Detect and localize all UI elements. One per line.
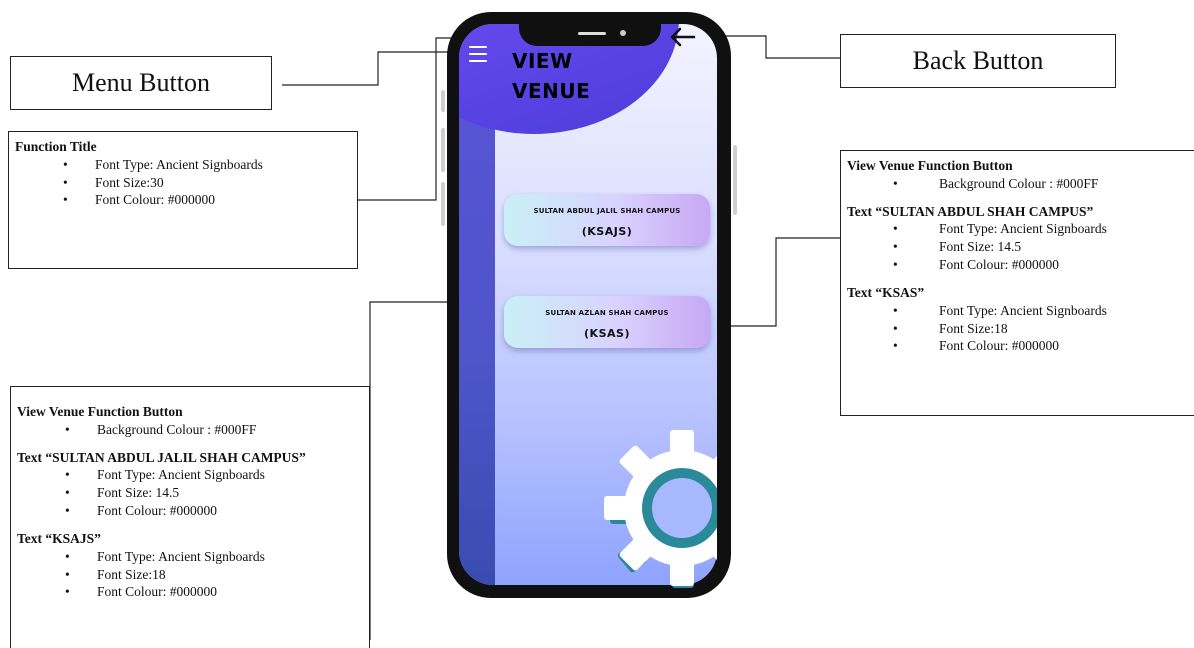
spec-heading: Text “SULTAN ABDUL JALIL SHAH CAMPUS” xyxy=(17,449,306,465)
list-item: Font Type: Ancient Signboards xyxy=(15,156,351,174)
spec-list: Background Colour : #000FF xyxy=(847,175,1189,193)
page-title-line: VIEW xyxy=(512,49,573,73)
list-item: Font Size: 14.5 xyxy=(847,238,1189,256)
list-item: Font Colour: #000000 xyxy=(15,191,351,209)
list-item: Font Size:18 xyxy=(17,566,363,584)
venue-button-code: (KSAJS) xyxy=(581,225,633,238)
gear-icon xyxy=(604,430,717,588)
back-arrow-icon[interactable] xyxy=(668,24,698,50)
function-title-callout: Function Title Font Type: Ancient Signbo… xyxy=(8,131,358,269)
list-item: Font Size:18 xyxy=(847,320,1189,338)
list-item: Font Colour: #000000 xyxy=(17,502,363,520)
front-camera xyxy=(620,30,626,36)
list-item: Font Type: Ancient Signboards xyxy=(17,548,363,566)
spec-list: Font Type: Ancient Signboards Font Size:… xyxy=(847,302,1189,355)
phone-side-button xyxy=(441,90,445,112)
function-title-heading: Function Title xyxy=(15,139,97,154)
list-item: Font Colour: #000000 xyxy=(847,337,1189,355)
speaker-grille xyxy=(578,32,606,35)
ksajs-venue-button[interactable]: SULTAN ABDUL JALIL SHAH CAMPUS (KSAJS) xyxy=(504,194,710,246)
phone-side-button xyxy=(441,128,445,172)
menu-button-callout: Menu Button xyxy=(10,56,272,110)
page-title-line: VENUE xyxy=(512,79,591,103)
spec-heading: View Venue Function Button xyxy=(847,158,1013,173)
right-button-spec-callout: View Venue Function Button Background Co… xyxy=(840,150,1194,416)
ksas-venue-button[interactable]: SULTAN AZLAN SHAH CAMPUS (KSAS) xyxy=(504,296,710,348)
spec-heading: Text “SULTAN ABDUL SHAH CAMPUS” xyxy=(847,203,1094,219)
list-item: Font Type: Ancient Signboards xyxy=(847,302,1189,320)
list-item: Font Size:30 xyxy=(15,174,351,192)
spec-list: Font Type: Ancient Signboards Font Size:… xyxy=(17,548,363,601)
venue-button-name: SULTAN ABDUL JALIL SHAH CAMPUS xyxy=(533,207,681,215)
function-title-list: Font Type: Ancient Signboards Font Size:… xyxy=(15,156,351,209)
spec-list: Background Colour : #000FF xyxy=(17,421,363,439)
list-item: Font Type: Ancient Signboards xyxy=(17,466,363,484)
spec-list: Font Type: Ancient Signboards Font Size:… xyxy=(847,220,1189,273)
list-item: Background Colour : #000FF xyxy=(17,421,363,439)
venue-button-name: SULTAN AZLAN SHAH CAMPUS xyxy=(545,309,669,317)
left-button-spec-callout: View Venue Function Button Background Co… xyxy=(10,386,370,648)
list-item: Font Colour: #000000 xyxy=(847,256,1189,274)
list-item: Font Type: Ancient Signboards xyxy=(847,220,1189,238)
spec-heading: Text “KSAS” xyxy=(847,284,925,300)
venue-button-code: (KSAS) xyxy=(584,327,630,340)
spec-list: Font Type: Ancient Signboards Font Size:… xyxy=(17,466,363,519)
back-button-callout-label: Back Button xyxy=(912,46,1044,75)
list-item: Font Colour: #000000 xyxy=(17,583,363,601)
spec-heading: View Venue Function Button xyxy=(17,404,183,419)
phone-side-button xyxy=(441,182,445,226)
hamburger-menu-icon[interactable] xyxy=(469,46,487,62)
list-item: Background Colour : #000FF xyxy=(847,175,1189,193)
back-button-callout: Back Button xyxy=(840,34,1116,88)
spec-heading: Text “KSAJS” xyxy=(17,530,101,546)
page-title: VIEW VENUE xyxy=(512,46,590,106)
list-item: Font Size: 14.5 xyxy=(17,484,363,502)
phone-power-button xyxy=(733,145,737,215)
menu-button-callout-label: Menu Button xyxy=(72,68,210,97)
